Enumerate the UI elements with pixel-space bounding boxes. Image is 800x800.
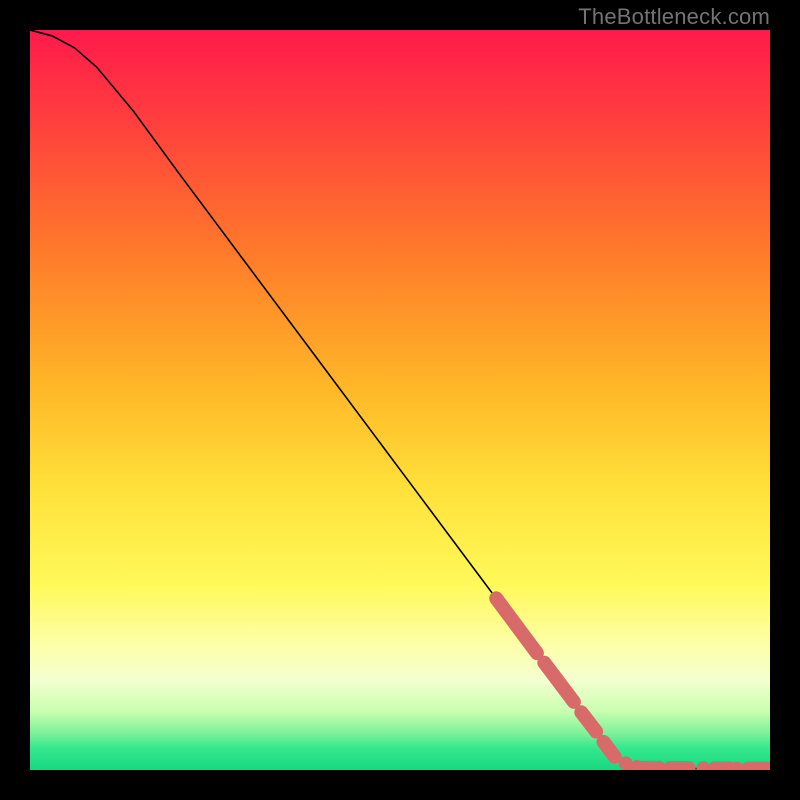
marker-segment — [496, 598, 537, 653]
plot-area — [30, 30, 770, 770]
marker-segment — [581, 712, 596, 731]
chart-stage: TheBottleneck.com — [0, 0, 800, 800]
bottleneck-curve — [30, 30, 770, 769]
marker-layer — [496, 598, 770, 770]
marker-segment — [544, 663, 574, 702]
watermark-text: TheBottleneck.com — [578, 4, 770, 30]
marker-point — [696, 761, 710, 770]
marker-segment — [604, 742, 615, 757]
chart-overlay — [30, 30, 770, 770]
